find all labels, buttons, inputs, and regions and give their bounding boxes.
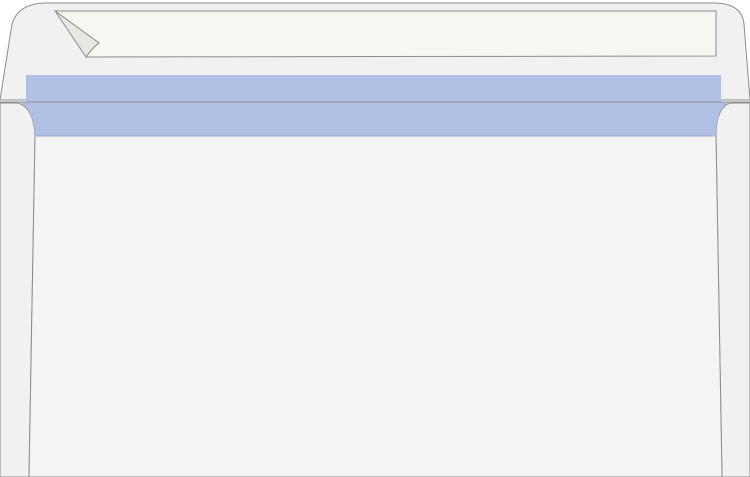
security-strip — [26, 75, 721, 102]
envelope-illustration — [0, 0, 750, 477]
peel-strip — [53, 10, 717, 58]
security-strip-lower — [18, 102, 730, 136]
envelope-drawing — [0, 2, 750, 477]
envelope-body — [28, 135, 723, 477]
